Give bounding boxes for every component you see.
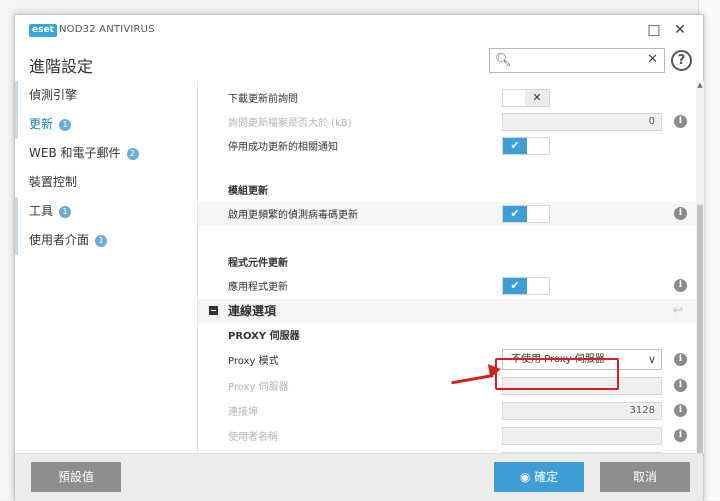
toggle-off-icon: ✕: [525, 90, 549, 106]
setting-row: 啟用更頻繁的偵測病毒碼更新 ✔ i: [198, 202, 696, 226]
setting-label: 使用者名稱: [228, 432, 278, 443]
size-threshold-field[interactable]: 0: [502, 113, 662, 131]
collapse-icon[interactable]: [209, 306, 218, 315]
scroll-up-icon[interactable]: ▲: [696, 81, 704, 91]
clear-search-icon[interactable]: ✕: [647, 52, 658, 67]
sidebar-item-label: 使用者介面: [29, 233, 90, 247]
setting-row: 下載更新前詢問 ✕: [198, 86, 696, 110]
maximize-button[interactable]: □: [645, 21, 663, 39]
username-field[interactable]: [502, 427, 662, 445]
help-button[interactable]: ?: [671, 50, 692, 71]
sidebar-item-label: 更新: [29, 117, 54, 131]
port-field[interactable]: 3128: [502, 402, 662, 420]
sidebar-item-update[interactable]: 更新 1: [15, 110, 197, 139]
program-component-header: 程式元件更新: [228, 258, 288, 269]
settings-content: 下載更新前詢問 ✕ 詢問更新檔案是否大於 (kB) 0 i 停用成功更新的相關通…: [198, 81, 696, 453]
disable-notification-toggle[interactable]: ✔: [502, 137, 550, 155]
info-icon[interactable]: i: [674, 353, 687, 366]
notification-badge: 1: [95, 235, 108, 247]
setting-row: 應用程式更新 ✔ i: [198, 274, 696, 298]
notification-badge: 1: [59, 119, 72, 131]
advanced-setup-dialog: eset NOD32 ANTIVIRUS □ ✕ 進階設定 🔍︎ ✕ ? 偵測引…: [14, 14, 704, 501]
footer-bar: 預設值 ◉ 確定 取消: [15, 453, 703, 501]
setting-label: 詢問更新檔案是否大於 (kB): [228, 118, 352, 129]
setting-label: 連接埠: [228, 407, 258, 418]
sidebar-item-device-control[interactable]: 裝置控制: [15, 168, 197, 197]
setting-label: Proxy 伺服器: [228, 382, 289, 393]
sidebar-item-label: 工具: [29, 204, 54, 218]
module-updates-header: 模組更新: [228, 186, 268, 197]
sidebar-item-user-interface[interactable]: 使用者介面 1: [15, 226, 197, 255]
search-icon: 🔍︎: [495, 53, 512, 68]
frequent-signature-toggle[interactable]: ✔: [502, 205, 550, 223]
info-icon[interactable]: i: [674, 115, 687, 128]
close-button[interactable]: ✕: [671, 21, 689, 39]
search-input[interactable]: [512, 51, 642, 70]
section-header: PROXY 伺服器: [198, 323, 696, 347]
checkmark-icon: ✔: [503, 278, 527, 294]
setting-row: 詢問更新檔案是否大於 (kB) 0 i: [198, 110, 696, 134]
info-icon[interactable]: i: [674, 404, 687, 417]
ok-button[interactable]: ◉ 確定: [494, 462, 584, 492]
notification-badge: 2: [126, 148, 139, 160]
checkmark-icon: ✔: [503, 138, 527, 154]
setting-label: 應用程式更新: [228, 282, 288, 293]
sidebar-item-label: WEB 和電子郵件: [29, 146, 121, 160]
setting-row: 停用成功更新的相關通知 ✔: [198, 134, 696, 158]
proxy-server-header: PROXY 伺服器: [228, 331, 300, 342]
annotation-highlight-box: [495, 358, 619, 390]
sidebar-item-web-email[interactable]: WEB 和電子郵件 2: [15, 139, 197, 168]
info-icon[interactable]: i: [674, 279, 687, 292]
setting-label: 停用成功更新的相關通知: [228, 142, 338, 153]
connection-options-title[interactable]: 連線選項: [228, 302, 276, 319]
setting-row: 連接埠 3128 i: [198, 399, 696, 423]
search-box[interactable]: 🔍︎ ✕: [489, 48, 665, 73]
sidebar-item-tools[interactable]: 工具 1: [15, 197, 197, 226]
sidebar-item-label: 裝置控制: [29, 175, 78, 189]
shield-icon: ◉: [519, 470, 535, 484]
setting-row: 使用者名稱 i: [198, 424, 696, 448]
ask-before-download-toggle[interactable]: ✕: [502, 89, 550, 107]
setting-row: Proxy 伺服器 i: [198, 374, 696, 398]
setting-label: 啟用更頻繁的偵測病毒碼更新: [228, 210, 358, 221]
revert-icon[interactable]: ↩: [673, 303, 683, 317]
info-icon[interactable]: i: [674, 429, 687, 442]
section-header: 程式元件更新: [198, 250, 696, 274]
scrollbar-thumb[interactable]: [697, 205, 703, 453]
section-title-row: 連線選項 ↩: [198, 299, 696, 323]
info-icon[interactable]: i: [674, 379, 687, 392]
setting-label: 下載更新前詢問: [228, 94, 298, 105]
info-icon[interactable]: i: [674, 207, 687, 220]
setting-label: Proxy 模式: [228, 356, 279, 367]
checkmark-icon: ✔: [503, 206, 527, 222]
title-bar: eset NOD32 ANTIVIRUS □ ✕: [15, 15, 703, 45]
sidebar: 偵測引擎 更新 1 WEB 和電子郵件 2 裝置控制 工具 1 使用者介面 1: [15, 81, 197, 453]
chevron-down-icon: ∨: [647, 353, 656, 366]
notification-badge: 1: [59, 206, 72, 218]
cancel-button[interactable]: 取消: [600, 462, 690, 492]
section-header: 模組更新: [198, 178, 696, 202]
sidebar-item-label: 偵測引擎: [29, 88, 78, 102]
sidebar-item-detection-engine[interactable]: 偵測引擎: [15, 81, 197, 110]
eset-logo: eset: [29, 24, 57, 37]
setting-row: Proxy 模式 不使用 Proxy 伺服器 ∨ i: [198, 348, 696, 372]
defaults-button[interactable]: 預設值: [31, 462, 121, 492]
apply-program-updates-toggle[interactable]: ✔: [502, 277, 550, 295]
app-name: NOD32 ANTIVIRUS: [59, 24, 155, 35]
page-title: 進階設定: [29, 57, 94, 76]
ok-button-label: 確定: [534, 470, 559, 484]
